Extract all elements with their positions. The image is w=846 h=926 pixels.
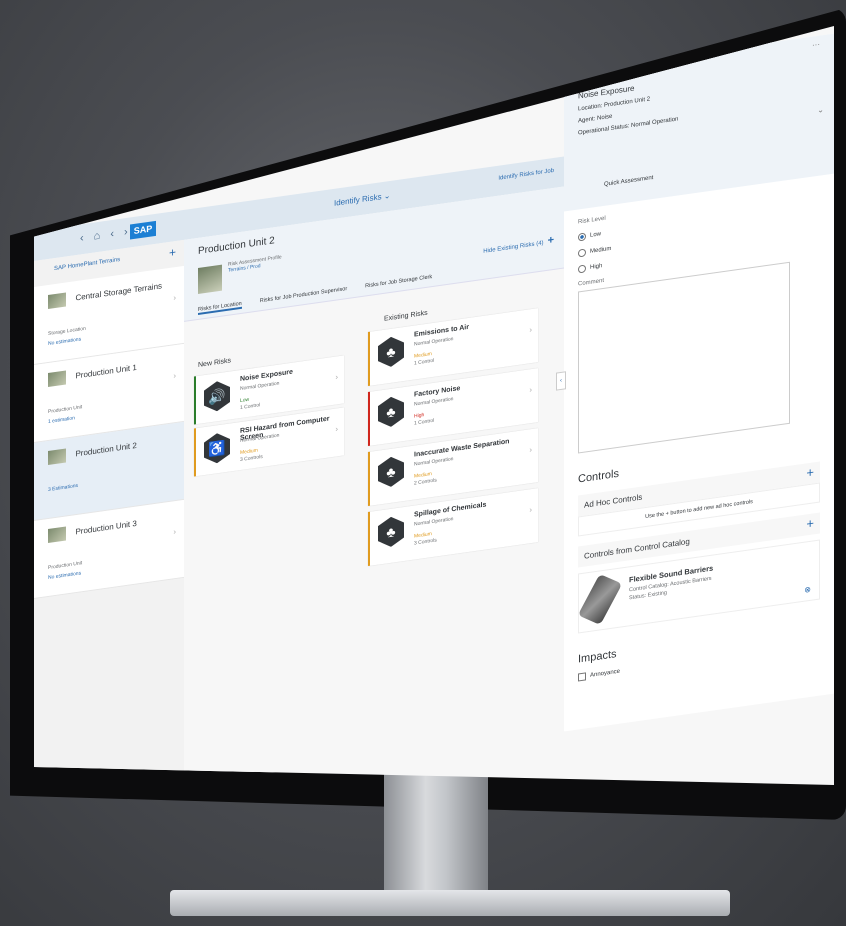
impact-label: Annoyance [590,668,621,679]
add-adhoc-icon[interactable]: + [806,464,814,480]
sidebar: SAP HomePlant Terrains + Central Storage… [34,239,185,785]
risk-level-bar [368,391,370,447]
app-canvas: ‹ ⌂ ‹ › SAP ⌕ ? ⚙ SAP HomePlant Terrains… [34,26,834,785]
checkbox-icon[interactable] [578,672,586,682]
new-risks-title: New Risks [198,357,232,369]
hide-existing-label: Hide Existing Risks (4) [483,240,544,255]
trees-icon: ♣ [376,513,406,551]
monitor-base [170,890,730,916]
quick-assessment-tab[interactable]: Quick Assessment [604,175,653,188]
person-icon: ♿ [202,429,232,467]
risk-level-bar [194,376,196,425]
tab-risks-production-supervisor[interactable]: Risks for Job Production Supervisor [260,286,347,306]
hex-icon-fill: ♣ [378,515,404,549]
risk-level-bar [368,451,370,507]
hex-icon-fill: ♿ [204,431,230,465]
tab-risks-for-location[interactable]: Risks for Location [198,300,242,315]
risk-controls: 1 Control [240,402,261,412]
risk-sub: Normal Operation [414,336,454,348]
location-image [198,264,222,294]
chevron-right-icon: › [173,371,176,381]
hex-icon-fill: ♣ [378,395,404,429]
sidebar-item-title: Central Storage Terrains [75,281,163,303]
identify-risks-menu[interactable]: Identify Risks ⌄ [334,191,391,208]
trees-icon: ♣ [376,333,406,371]
risk-sub: Normal Operation [414,516,454,528]
shell-nav: ‹ ⌂ ‹ › [80,226,128,245]
radio-icon[interactable] [578,264,586,274]
add-icon[interactable]: + [548,234,554,247]
radio-label: High [590,263,603,271]
chevron-right-icon: › [335,424,338,434]
sidebar-item-title: Production Unit 3 [75,518,137,537]
risk-sub: Normal Operation [240,380,280,393]
radio-label: Medium [590,245,612,255]
sidebar-item-link[interactable]: 3 Estimations [48,469,176,493]
hex-icon-fill: ♣ [378,335,404,369]
risk-sub: Normal Operation [414,456,454,468]
sound-barrier-image [577,573,623,625]
add-icon[interactable]: + [169,245,176,260]
risk-level-bar [368,511,370,567]
risk-controls: 1 Control [414,357,435,367]
hex-icon-fill: ♣ [378,455,404,489]
risk-level-bar [194,428,196,477]
hex-icon-fill: 🔊 [204,379,230,413]
chevron-right-icon: › [173,293,176,303]
prev-icon[interactable]: ‹ [110,228,114,241]
tab-risks-storage-clerk[interactable]: Risks for Job Storage Clerk [365,274,432,291]
risk-level-bar [368,331,370,387]
trees-icon: ♣ [376,393,406,431]
trees-icon: ♣ [376,453,406,491]
chevron-right-icon: › [173,527,176,537]
detail-body: Risk Level Low Medium High Comment Contr… [564,174,834,694]
risk-title: Noise Exposure [240,368,293,384]
location-thumbnail [48,448,66,465]
risk-title: Emissions to Air [414,323,469,339]
catalog-title: Controls from Control Catalog [584,536,690,561]
chevron-right-icon: › [529,505,532,515]
sidebar-item-title: Production Unit 1 [75,362,137,381]
radio-selected-icon[interactable] [578,232,586,242]
radio-label: Low [590,231,602,239]
radio-icon[interactable] [578,248,586,258]
location-thumbnail [48,526,66,543]
chevron-right-icon: › [529,385,532,395]
object-meta: Risk Assessment Profile Terrains / Prod [228,254,282,274]
location-thumbnail [48,292,66,309]
risk-sub: Normal Operation [414,396,454,408]
speaker-icon: 🔊 [202,377,232,415]
comment-field[interactable] [578,261,790,454]
tab-bar: Risks for Location Risks for Job Product… [198,274,432,315]
next-icon[interactable]: › [124,226,128,239]
screen: ‹ ⌂ ‹ › SAP ⌕ ? ⚙ SAP HomePlant Terrains… [34,26,834,785]
detail-pane: ‹ ··· Noise Exposure Location: Productio… [556,33,834,732]
monitor-stand [384,770,488,900]
more-icon[interactable]: ··· [812,40,820,50]
existing-risks-title: Existing Risks [384,309,428,323]
remove-icon[interactable]: ⊗ [804,585,811,595]
location-thumbnail [48,370,66,387]
risk-title: Inaccurate Waste Separation [414,438,510,459]
hide-existing-risks-button[interactable]: Hide Existing Risks (4) + [483,234,554,256]
risk-controls: 1 Control [414,417,435,427]
sidebar-breadcrumb[interactable]: SAP HomePlant Terrains [54,257,120,272]
home-icon[interactable]: ⌂ [94,230,101,243]
main-content: Identify Risks ⌄ Identify Risks for Job … [184,168,565,785]
sidebar-item-title: Production Unit 2 [75,440,137,459]
adhoc-title: Ad Hoc Controls [584,492,643,510]
add-catalog-icon[interactable]: + [806,515,814,531]
back-icon[interactable]: ‹ [80,232,84,245]
identify-risks-for-job-link[interactable]: Identify Risks for Job [498,168,554,182]
chevron-right-icon: › [335,372,338,382]
chevron-down-icon[interactable]: ⌄ [817,105,824,115]
sap-logo: SAP [130,220,156,240]
chevron-right-icon: › [529,445,532,455]
chevron-right-icon: › [529,325,532,335]
